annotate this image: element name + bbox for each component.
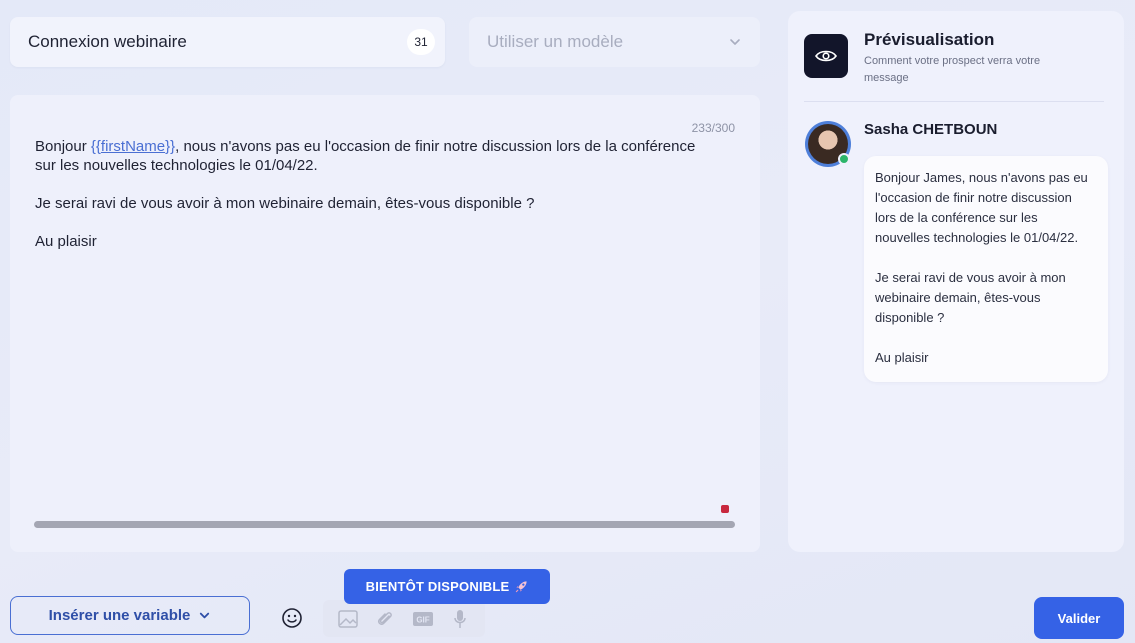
- preview-panel: Prévisualisation Comment votre prospect …: [788, 11, 1124, 552]
- variable-close-braces: }}: [165, 138, 176, 155]
- disabled-attachment-tools: GIF: [323, 600, 485, 637]
- variable-open-braces: {{: [90, 138, 101, 155]
- message-title-input[interactable]: Connexion webinaire 31: [10, 17, 445, 67]
- preview-title: Prévisualisation: [864, 30, 995, 49]
- message-char-counter: 233/300: [691, 121, 735, 135]
- message-paragraph-3: Au plaisir: [35, 233, 97, 250]
- online-status-dot: [838, 153, 850, 165]
- message-title-value[interactable]: Connexion webinaire: [28, 32, 407, 52]
- rocket-icon: [516, 581, 527, 593]
- variable-name: firstName: [100, 138, 166, 155]
- bubble-paragraph-3: Au plaisir: [875, 350, 929, 365]
- message-body-text[interactable]: Bonjour {{firstName}}, nous n'avons pas …: [35, 137, 715, 270]
- coming-soon-badge: BIENTÔT DISPONIBLE: [344, 569, 550, 604]
- insert-variable-button[interactable]: Insérer une variable: [10, 596, 250, 635]
- template-select-placeholder: Utiliser un modèle: [487, 32, 624, 51]
- message-editor[interactable]: 233/300 Bonjour {{firstName}}, nous n'av…: [10, 95, 760, 552]
- image-icon: [337, 608, 359, 630]
- template-select[interactable]: Utiliser un modèle: [469, 17, 760, 67]
- bubble-paragraph-1: Bonjour James, nous n'avons pas eu l'occ…: [875, 170, 1088, 245]
- validate-button[interactable]: Valider: [1034, 597, 1124, 639]
- horizontal-scrollbar[interactable]: [34, 521, 735, 528]
- sender-name: Sasha CHETBOUN: [864, 121, 998, 138]
- message-paragraph-1: Bonjour {{firstName}}, nous n'avons pas …: [35, 137, 715, 175]
- preview-message-bubble: Bonjour James, nous n'avons pas eu l'occ…: [864, 156, 1108, 382]
- preview-divider: [804, 101, 1104, 102]
- emoji-icon[interactable]: [281, 607, 303, 629]
- insert-variable-label: Insérer une variable: [48, 607, 191, 624]
- paperclip-icon: [374, 608, 396, 630]
- svg-text:GIF: GIF: [416, 615, 429, 624]
- eye-icon: [804, 34, 848, 78]
- variable-tag-firstname[interactable]: {{firstName}}: [91, 138, 175, 155]
- preview-subtitle: Comment votre prospect verra votre messa…: [864, 55, 1041, 84]
- chevron-down-icon: [730, 39, 740, 45]
- title-char-count-badge: 31: [407, 29, 435, 55]
- chevron-down-icon: [200, 612, 210, 619]
- greeting-prefix: Bonjour: [35, 138, 91, 155]
- microphone-icon: [449, 608, 471, 630]
- coming-soon-label: BIENTÔT DISPONIBLE: [365, 579, 510, 594]
- message-paragraph-2: Je serai ravi de vous avoir à mon webina…: [35, 195, 535, 212]
- gif-icon: GIF: [412, 608, 434, 630]
- status-dot: [721, 505, 729, 513]
- bubble-paragraph-2: Je serai ravi de vous avoir à mon webina…: [875, 270, 1066, 325]
